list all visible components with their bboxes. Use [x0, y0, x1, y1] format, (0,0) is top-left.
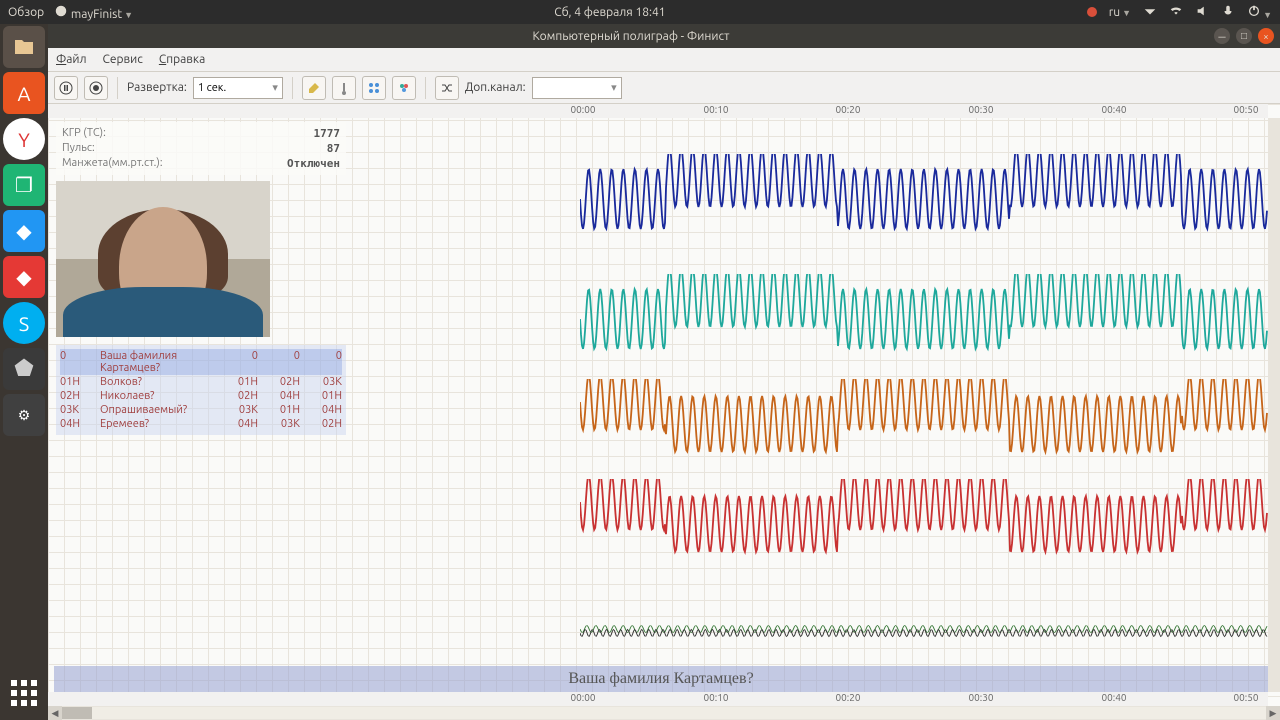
microphone-icon[interactable] — [1221, 4, 1235, 21]
power-icon[interactable]: ▼ — [1247, 4, 1272, 21]
launcher-dock: A Y ❐ ◆ ◆ S ⚙ — [0, 24, 48, 720]
launcher-files[interactable] — [3, 26, 45, 68]
clock[interactable]: Сб, 4 февраля 18:41 — [133, 6, 1087, 19]
app-menu[interactable]: mayFinist▼ — [54, 4, 133, 21]
stats-panel: КГР (ТС):1777 Пульс:87 Манжета(мм.рт.ст.… — [56, 122, 346, 175]
extra-channel-label: Доп.канал: — [465, 81, 526, 94]
launcher-software[interactable]: A — [3, 72, 45, 114]
vertical-scrollbar[interactable] — [1268, 118, 1280, 692]
sweep-label: Развертка: — [127, 81, 187, 94]
show-applications[interactable] — [3, 672, 45, 714]
volume-icon[interactable] — [1195, 4, 1209, 21]
wifi-icon[interactable] — [1169, 4, 1183, 21]
window-title: Компьютерный полиграф - Финист — [54, 30, 1208, 43]
side-panel: КГР (ТС):1777 Пульс:87 Манжета(мм.рт.ст.… — [56, 122, 346, 435]
minimize-button[interactable]: － — [1214, 28, 1230, 44]
camera-preview — [56, 181, 270, 337]
menu-bar: Файл Сервис Справка — [48, 48, 1280, 72]
chart-area: 00:0000:1000:2000:3000:4000:50 КГР (ТС):… — [48, 104, 1280, 720]
tool-marker[interactable] — [332, 76, 356, 100]
activities-button[interactable]: Обзор — [8, 6, 44, 19]
waveform-area — [580, 154, 1268, 660]
time-ruler-bottom: 00:0000:1000:2000:3000:4000:50 — [48, 692, 1268, 706]
menu-help[interactable]: Справка — [159, 53, 205, 66]
extra-channel-combo[interactable] — [532, 77, 622, 99]
menu-file[interactable]: Файл — [56, 53, 87, 66]
scroll-right[interactable]: ▶ — [1266, 706, 1280, 720]
tool-shuffle[interactable] — [435, 76, 459, 100]
current-question-banner: Ваша фамилия Картамцев? — [54, 666, 1268, 692]
pause-button[interactable] — [54, 76, 78, 100]
time-ruler-top: 00:0000:1000:2000:3000:4000:50 — [48, 104, 1268, 118]
system-top-bar: Обзор mayFinist▼ Сб, 4 февраля 18:41 ru▼… — [0, 0, 1280, 24]
launcher-skype[interactable]: S — [3, 302, 45, 344]
menu-service[interactable]: Сервис — [103, 53, 143, 66]
maximize-button[interactable]: □ — [1236, 28, 1252, 44]
toolbar: Развертка: 1 сек. Доп.канал: — [48, 72, 1280, 104]
question-table[interactable]: 0Ваша фамилия Картамцев?00001НВолков?01Н… — [56, 345, 346, 435]
sweep-combo[interactable]: 1 сек. — [193, 77, 283, 99]
launcher-finist[interactable] — [3, 348, 45, 390]
tool-color[interactable] — [392, 76, 416, 100]
window-titlebar: Компьютерный полиграф - Финист － □ × — [48, 24, 1280, 48]
network-icon[interactable] — [1143, 4, 1157, 21]
tool-clear[interactable] — [302, 76, 326, 100]
record-button[interactable] — [84, 76, 108, 100]
launcher-app-blue[interactable]: ◆ — [3, 210, 45, 252]
keyboard-layout[interactable]: ru▼ — [1109, 6, 1131, 19]
launcher-settings[interactable]: ⚙ — [3, 394, 45, 436]
launcher-app-red[interactable]: ◆ — [3, 256, 45, 298]
recording-indicator-icon — [1087, 7, 1097, 17]
launcher-app-green[interactable]: ❐ — [3, 164, 45, 206]
close-button[interactable]: × — [1258, 28, 1274, 44]
scroll-left[interactable]: ◀ — [48, 706, 62, 720]
launcher-yandex[interactable]: Y — [3, 118, 45, 160]
app-window: Компьютерный полиграф - Финист － □ × Фай… — [48, 24, 1280, 720]
tool-link[interactable] — [362, 76, 386, 100]
horizontal-scrollbar[interactable]: ◀ ▶ — [48, 706, 1280, 720]
